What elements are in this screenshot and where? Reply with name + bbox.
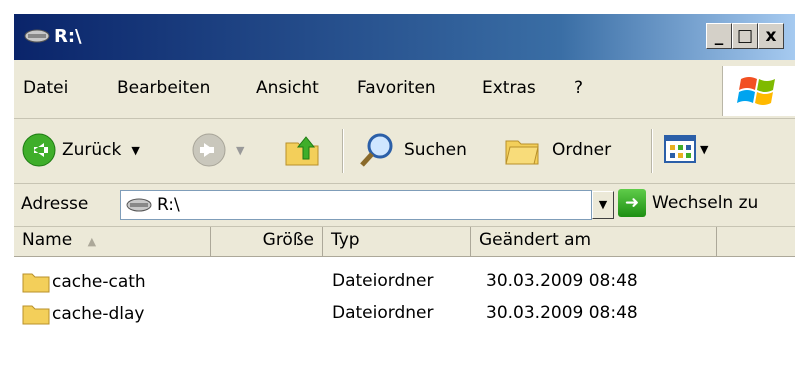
menu-help-label: ? [574, 78, 584, 98]
forward-button[interactable]: ▼ [192, 133, 244, 167]
menu-datei-label: Datei [23, 78, 69, 98]
go-label: Wechseln zu [652, 193, 759, 213]
standard-toolbar: Zurück ▼ ▼ Suchen Ordner ▼ [14, 119, 795, 184]
column-size-label: Größe [262, 230, 314, 250]
close-button[interactable]: x [758, 23, 784, 49]
file-name-cell[interactable]: cache-cath [22, 271, 146, 293]
menu-favoriten[interactable]: Favoriten [357, 78, 436, 98]
file-modified: 30.03.2009 08:48 [486, 271, 638, 291]
go-button[interactable]: ➜ Wechseln zu [618, 189, 758, 217]
file-type: Dateiordner [332, 271, 434, 291]
minimize-button[interactable]: _ [706, 23, 732, 49]
file-name-cell[interactable]: cache-dlay [22, 303, 144, 325]
folders-label: Ordner [552, 140, 612, 160]
folder-up-icon [285, 136, 319, 166]
column-modified-label: Geändert am [479, 230, 592, 250]
menu-ansicht-label: Ansicht [256, 78, 319, 98]
file-type: Dateiordner [332, 303, 434, 323]
column-empty [717, 227, 795, 256]
search-button[interactable]: Suchen [358, 131, 467, 169]
folder-icon [22, 305, 50, 325]
file-name: cache-dlay [52, 304, 145, 324]
column-name[interactable]: Name ▲ [14, 227, 211, 256]
forward-arrow-icon [192, 133, 226, 167]
search-label: Suchen [404, 140, 467, 160]
views-dropdown-icon[interactable]: ▼ [700, 143, 708, 156]
title-bar[interactable]: R:\ _ □ x [14, 14, 795, 60]
network-drive-icon [126, 198, 152, 212]
table-row[interactable]: cache-cath Dateiordner 30.03.2009 08:48 [14, 267, 795, 299]
menu-extras[interactable]: Extras [482, 78, 536, 98]
folder-icon [22, 273, 50, 293]
menu-favoriten-label: Favoriten [357, 78, 436, 98]
address-value: R:\ [157, 195, 180, 215]
back-arrow-icon [22, 133, 56, 167]
views-button[interactable]: ▼ [664, 135, 708, 163]
sort-ascending-icon: ▲ [87, 235, 97, 248]
menu-datei[interactable]: Datei [23, 78, 68, 98]
explorer-window: R:\ _ □ x Datei Bearbeiten Ansicht Favor… [14, 14, 795, 371]
column-modified[interactable]: Geändert am [471, 227, 717, 256]
menu-help[interactable]: ? [574, 78, 583, 98]
address-label: Adresse [21, 194, 89, 214]
windows-logo [722, 66, 795, 116]
windows-flag-icon [737, 77, 775, 105]
folders-button[interactable]: Ordner [504, 131, 611, 169]
column-type[interactable]: Typ [323, 227, 471, 256]
window-title: R:\ [54, 26, 82, 47]
forward-dropdown-icon[interactable]: ▼ [236, 144, 244, 157]
menu-bearbeiten[interactable]: Bearbeiten [117, 78, 210, 98]
menu-bearbeiten-label: Bearbeiten [117, 78, 211, 98]
views-icon [664, 135, 696, 163]
list-header: Name ▲ Größe Typ Geändert am [14, 227, 795, 257]
column-name-label: Name [22, 230, 73, 250]
folders-icon [505, 140, 539, 165]
up-button[interactable] [282, 129, 322, 169]
menu-extras-label: Extras [482, 78, 536, 98]
back-button[interactable]: Zurück ▼ [22, 133, 140, 167]
maximize-button[interactable]: □ [732, 23, 758, 49]
toolbar-separator [342, 129, 344, 173]
file-list: Name ▲ Größe Typ Geändert am cache-cath … [14, 227, 795, 371]
magnifier-icon [360, 133, 393, 167]
network-drive-icon [24, 29, 50, 43]
menu-bar: Datei Bearbeiten Ansicht Favoriten Extra… [14, 60, 795, 119]
table-row[interactable]: cache-dlay Dateiordner 30.03.2009 08:48 [14, 299, 795, 331]
toolbar-separator [651, 129, 653, 173]
back-dropdown-icon[interactable]: ▼ [131, 144, 139, 157]
column-size[interactable]: Größe [211, 227, 323, 256]
go-arrow-icon: ➜ [618, 189, 646, 217]
address-bar: Adresse R:\ ▼ ➜ Wechseln zu [14, 184, 795, 227]
column-type-label: Typ [331, 230, 360, 250]
file-modified: 30.03.2009 08:48 [486, 303, 638, 323]
address-input[interactable]: R:\ [120, 190, 592, 220]
address-dropdown-button[interactable]: ▼ [592, 191, 614, 219]
back-label: Zurück [62, 140, 122, 160]
menu-ansicht[interactable]: Ansicht [256, 78, 319, 98]
file-name: cache-cath [52, 272, 146, 292]
